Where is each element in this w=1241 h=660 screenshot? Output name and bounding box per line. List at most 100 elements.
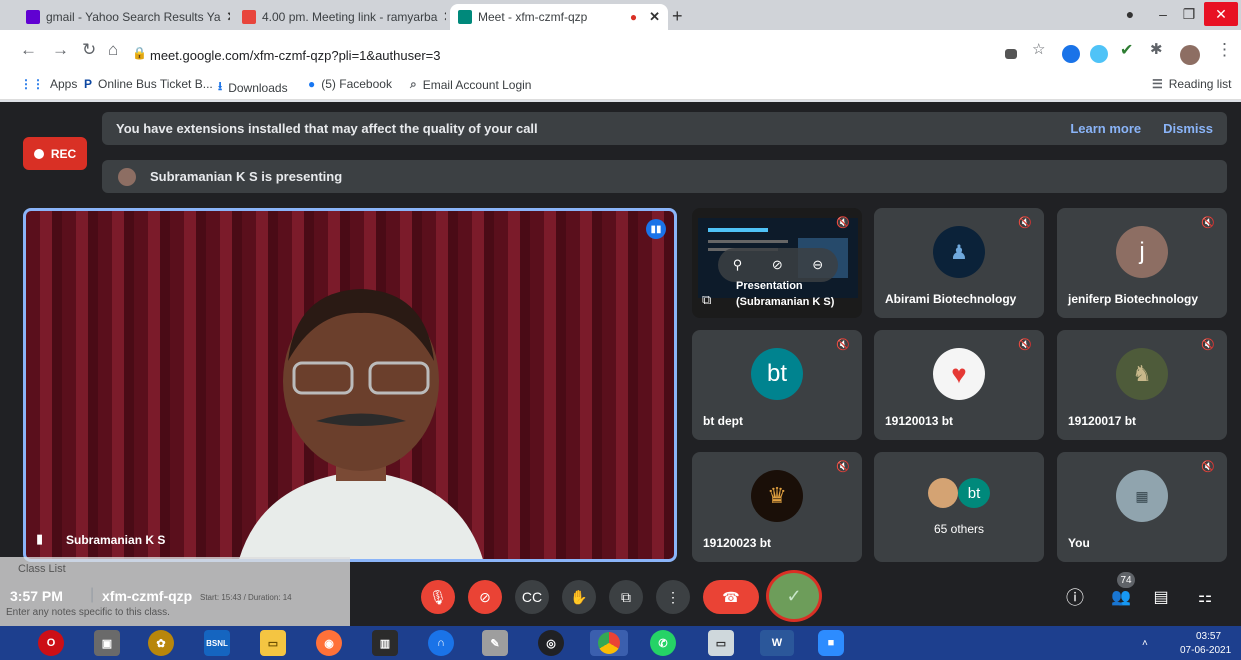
pin-icon[interactable]: ▮ [36,531,43,547]
camera-icon[interactable] [1005,49,1017,59]
zoom-icon[interactable]: ■ [818,630,844,656]
record-icon [33,148,44,159]
avatar [928,478,958,508]
muted-icon: 🔇 [836,217,850,229]
camera-off-button[interactable]: ⊘ [468,580,502,614]
chrome-icon[interactable] [590,630,628,656]
close-icon[interactable]: ✕ [221,9,230,25]
meeting-time: 3:57 PM [10,588,63,604]
star-icon[interactable]: ☆ [1032,40,1045,58]
participant-tile[interactable]: 🔇 ♛ 19120023 bt [692,452,862,562]
check-extension-icon[interactable]: ✔ [1120,40,1133,60]
muted-icon: 🔇 [836,339,850,351]
participant-tile[interactable]: 🔇 ♞ 19120017 bt [1057,330,1227,440]
activities-icon[interactable]: ⚏ [1188,580,1222,614]
presentation-tile[interactable]: ⚲ ⊘ ⊖ 🔇 ⧉ Presentation (Subramanian K S) [692,208,862,318]
muted-icon: 🔇 [1018,339,1032,351]
muted-icon: 🔇 [1018,217,1032,229]
rec-badge[interactable]: REC [23,137,87,170]
app-icon[interactable]: ✿ [148,630,174,656]
puzzle-icon[interactable]: ✱ [1150,40,1163,58]
extension-check-button[interactable]: ✓ [766,570,822,622]
speaker-video [239,289,483,559]
tab-yahoo[interactable]: gmail - Yahoo Search Results Ya ✕ [18,4,230,30]
firefox-icon[interactable]: ◉ [316,630,342,656]
window-close-button[interactable]: ✕ [1204,2,1238,26]
recording-dot-icon: ● [629,10,638,24]
gmail-icon [242,10,256,24]
self-tile[interactable]: 🔇 ▦ You [1057,452,1227,562]
mute-icon[interactable]: ⊘ [772,257,783,273]
separator: | [90,586,95,603]
main-video[interactable]: ▮▮ ▮ Subramanian K S [23,208,677,562]
word-icon[interactable]: W [760,630,794,656]
obs-icon[interactable]: ◎ [538,630,564,656]
muted-icon: 🔇 [1201,339,1215,351]
clock-date: 07-06-2021 [1180,645,1232,656]
folder-icon[interactable]: ▭ [260,630,286,656]
muted-icon: 🔇 [836,461,850,473]
headset-icon[interactable]: ∩ [428,630,454,656]
extension-icon[interactable] [1062,45,1080,63]
participant-tile[interactable]: 🔇 j jeniferp Biotechnology [1057,208,1227,318]
bsnl-icon[interactable]: BSNL [204,630,230,656]
more-options-button[interactable]: ⋮ [656,580,690,614]
reload-icon[interactable]: ↻ [82,40,96,60]
tab-meeting-link[interactable]: 4.00 pm. Meeting link - ramyarba ✕ [234,4,446,30]
others-tile[interactable]: bt 65 others [874,452,1044,562]
facebook-icon: ● [308,77,316,91]
home-icon[interactable]: ⌂ [108,40,118,60]
url-field[interactable]: meet.google.com/xfm-czmf-qzp?pli=1&authu… [150,48,440,63]
close-icon[interactable]: ✕ [437,9,446,25]
back-icon[interactable]: ← [20,40,37,60]
bookmark-facebook[interactable]: ● (5) Facebook [308,77,392,91]
participant-tile[interactable]: 🔇 ♟ Abirami Biotechnology [874,208,1044,318]
notes-input[interactable]: Enter any notes specific to this class. [6,607,170,618]
menu-icon[interactable]: ⋮ [1216,40,1233,60]
opera-icon[interactable]: O [38,630,64,656]
close-icon[interactable]: ✕ [643,9,660,25]
bookmark-bus[interactable]: P Online Bus Ticket B... [84,77,213,91]
pin-icon[interactable]: ⚲ [733,257,743,273]
clock-time: 03:57 [1196,631,1222,642]
tool-icon[interactable]: ✎ [482,630,508,656]
participant-count-badge: 74 [1117,572,1135,588]
whatsapp-icon[interactable]: ✆ [650,630,676,656]
screen-icon[interactable]: ▭ [708,630,734,656]
avatar[interactable] [1180,45,1200,65]
participant-tile[interactable]: 🔇 bt bt dept [692,330,862,440]
scanner-icon[interactable]: ▣ [94,630,120,656]
muted-icon: 🔇 [1201,461,1215,473]
present-icon: ⧉ [702,292,712,307]
minimize-button[interactable]: – [1150,2,1176,26]
new-tab-button[interactable]: + [672,6,683,27]
forward-icon[interactable]: → [52,40,69,60]
chat-icon[interactable]: ▤ [1144,580,1178,614]
remove-icon[interactable]: ⊖ [812,257,823,273]
maximize-button[interactable]: ❐ [1176,2,1202,26]
raise-hand-button[interactable]: ✋ [562,580,596,614]
leave-call-button[interactable]: ☎ [703,580,759,614]
avatar: ♛ [751,470,803,522]
reading-list[interactable]: ☰ Reading list [1152,77,1231,91]
bookmark-email[interactable]: ⌕ Email Account Login [410,77,531,92]
mic-off-button[interactable]: 🎙 [421,580,455,614]
avatar [118,167,136,186]
bookmark-apps[interactable]: ⋮⋮ Apps [20,77,77,91]
profile-icon[interactable]: ● [1118,2,1142,26]
meet-icon [458,10,472,24]
participant-tile[interactable]: 🔇 ♥ 19120013 bt [874,330,1044,440]
learn-more-link[interactable]: Learn more [1070,121,1141,136]
tile-hover-controls: ⚲ ⊘ ⊖ [718,248,838,282]
captions-button[interactable]: CC [515,580,549,614]
bookmark-downloads[interactable]: ⭳ Downloads [218,77,288,98]
extension-icon[interactable] [1090,45,1108,63]
dismiss-button[interactable]: Dismiss [1163,121,1213,136]
reader-icon[interactable]: ▥ [372,630,398,656]
info-icon[interactable]: ⓘ [1058,580,1092,614]
tab-meet[interactable]: Meet - xfm-czmf-qzp ● ✕ [450,4,668,30]
search-icon: ⌕ [410,77,417,91]
chevron-up-icon[interactable]: ˄ [1142,638,1148,649]
present-button[interactable]: ⧉ [609,580,643,614]
presenting-banner: Subramanian K S is presenting [102,160,1227,193]
